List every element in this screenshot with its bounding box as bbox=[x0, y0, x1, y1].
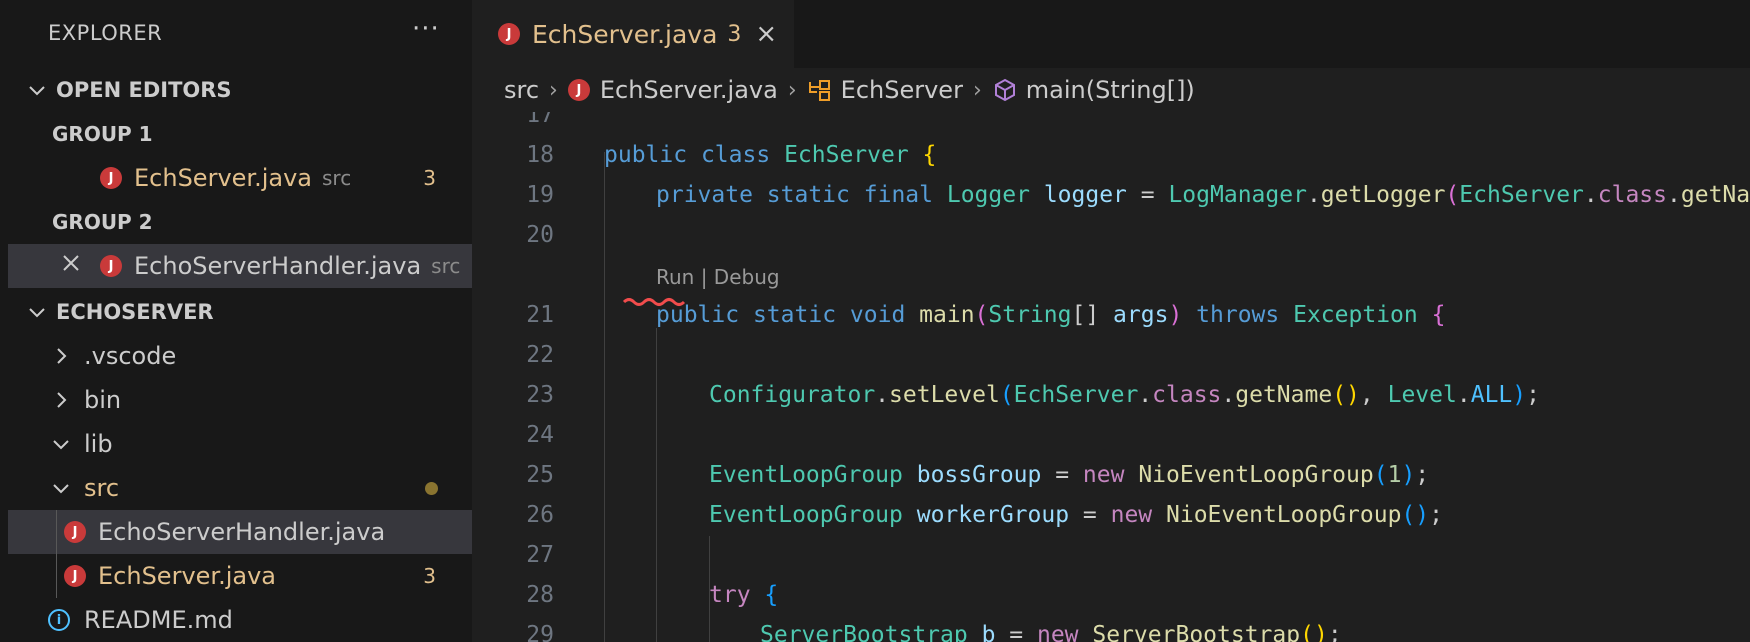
tree-item-bin[interactable]: bin bbox=[8, 378, 472, 422]
breadcrumb-file[interactable]: EchServer.java bbox=[600, 76, 778, 104]
chevron-right-icon bbox=[50, 389, 72, 411]
code-line: private static final Logger logger = Log… bbox=[656, 182, 1750, 208]
indent-guide bbox=[604, 152, 605, 642]
tree-item-label: .vscode bbox=[84, 342, 177, 370]
line-number: 24 bbox=[526, 422, 554, 448]
tree-item-src[interactable]: src bbox=[8, 466, 472, 510]
project-section[interactable]: ECHOSERVER bbox=[8, 290, 472, 334]
tree-item-vscode[interactable]: .vscode bbox=[8, 334, 472, 378]
chevron-right-icon bbox=[50, 345, 72, 367]
java-file-icon: J bbox=[100, 255, 122, 277]
breadcrumb-class[interactable]: EchServer bbox=[841, 76, 963, 104]
line-number: 23 bbox=[526, 382, 554, 408]
java-file-icon: J bbox=[64, 521, 86, 543]
line-number: 19 bbox=[526, 182, 554, 208]
open-editor-folder: src bbox=[321, 166, 352, 190]
run-debug-codelens[interactable]: Run | Debug bbox=[656, 265, 780, 289]
line-number: 18 bbox=[526, 142, 554, 168]
java-file-icon: J bbox=[64, 565, 86, 587]
line-number: 29 bbox=[526, 622, 554, 642]
chevron-down-icon bbox=[26, 79, 48, 101]
breadcrumb: src › J EchServer.java › EchServer › mai… bbox=[472, 68, 1750, 112]
open-editors-label: OPEN EDITORS bbox=[56, 78, 232, 102]
activity-edge bbox=[0, 0, 8, 642]
problem-count-badge: 3 bbox=[423, 166, 436, 190]
line-number: 20 bbox=[526, 222, 554, 248]
open-editors-section[interactable]: OPEN EDITORS bbox=[8, 68, 472, 112]
tab-bar: J EchServer.java 3 × bbox=[472, 0, 1750, 68]
tree-item-label: EchoServerHandler.java bbox=[98, 518, 386, 546]
tab-label: EchServer.java bbox=[532, 19, 718, 49]
tab-problem-count: 3 bbox=[727, 21, 742, 47]
problem-count-badge: 3 bbox=[423, 564, 436, 588]
group-label: GROUP 2 bbox=[52, 210, 153, 234]
code-line: try { bbox=[709, 582, 779, 608]
open-editor-filename: EchServer.java bbox=[134, 164, 312, 192]
chevron-down-icon bbox=[26, 301, 48, 323]
line-number: 17 bbox=[526, 112, 554, 128]
tree-item-echoserverhandler[interactable]: J EchoServerHandler.java bbox=[8, 510, 472, 598]
chevron-right-icon: › bbox=[787, 77, 797, 103]
tree-item-label: README.md bbox=[84, 606, 233, 634]
tree-item-lib[interactable]: lib bbox=[8, 422, 472, 466]
line-number: 26 bbox=[526, 502, 554, 528]
explorer-header: EXPLORER ··· bbox=[8, 0, 472, 66]
code-editor[interactable]: 17 18 public class EchServer { 19 privat… bbox=[472, 112, 1750, 642]
line-number: 22 bbox=[526, 342, 554, 368]
code-line: ServerBootstrap b = new ServerBootstrap(… bbox=[760, 622, 1342, 642]
group-1-header[interactable]: GROUP 1 bbox=[8, 112, 472, 156]
java-file-icon: J bbox=[498, 23, 520, 45]
line-number: 21 bbox=[526, 302, 554, 328]
chevron-down-icon bbox=[50, 433, 72, 455]
code-line: public class EchServer { bbox=[604, 142, 937, 168]
code-line: Configurator.setLevel(EchServer.class.ge… bbox=[709, 382, 1540, 408]
explorer-title: EXPLORER bbox=[48, 21, 163, 45]
chevron-down-icon bbox=[50, 477, 72, 499]
open-editor-folder: src bbox=[431, 254, 461, 278]
explorer-sidebar: EXPLORER ··· OPEN EDITORS GROUP 1 J EchS… bbox=[8, 0, 473, 642]
line-number: 25 bbox=[526, 462, 554, 488]
open-editor-item-echoserverhandler[interactable]: J EchoServerHandler.java src bbox=[8, 244, 472, 288]
open-editor-filename: EchoServerHandler.java bbox=[134, 252, 422, 280]
tree-item-echserver[interactable]: J EchServer.java 3 bbox=[8, 554, 472, 598]
tree-item-label: EchServer.java bbox=[98, 562, 276, 590]
tree-item-readme[interactable]: i README.md bbox=[8, 598, 472, 642]
code-line: EventLoopGroup workerGroup = new NioEven… bbox=[709, 502, 1443, 528]
indent-guide bbox=[656, 328, 657, 642]
chevron-right-icon: › bbox=[549, 77, 558, 103]
breadcrumb-src[interactable]: src bbox=[504, 76, 539, 104]
chevron-right-icon: › bbox=[972, 77, 982, 103]
more-actions-icon[interactable]: ··· bbox=[412, 14, 440, 44]
open-editor-item-echserver[interactable]: J EchServer.java src 3 bbox=[8, 156, 472, 200]
info-icon: i bbox=[48, 609, 70, 631]
group-label: GROUP 1 bbox=[52, 122, 153, 146]
tree-item-label: src bbox=[84, 474, 120, 502]
tree-item-label: bin bbox=[84, 386, 122, 414]
breadcrumb-method[interactable]: main(String[]) bbox=[1026, 76, 1195, 104]
group-2-header[interactable]: GROUP 2 bbox=[8, 200, 472, 244]
tree-item-label: lib bbox=[84, 430, 113, 458]
vscode-window: EXPLORER ··· OPEN EDITORS GROUP 1 J EchS… bbox=[0, 0, 1750, 642]
editor-area: J EchServer.java 3 × src › J EchServer.j… bbox=[472, 0, 1750, 642]
method-symbol-icon bbox=[992, 78, 1018, 102]
tab-echserver[interactable]: J EchServer.java 3 × bbox=[472, 0, 794, 68]
line-number: 27 bbox=[526, 542, 554, 568]
close-icon[interactable]: × bbox=[755, 19, 777, 49]
line-number: 28 bbox=[526, 582, 554, 608]
project-label: ECHOSERVER bbox=[56, 300, 214, 324]
code-line: public static void main(String[] args) t… bbox=[656, 302, 1446, 328]
class-symbol-icon bbox=[807, 78, 833, 102]
code-line: EventLoopGroup bossGroup = new NioEventL… bbox=[709, 462, 1430, 488]
java-file-icon: J bbox=[100, 167, 122, 189]
modified-dot-icon bbox=[425, 481, 438, 495]
close-icon[interactable] bbox=[60, 252, 88, 280]
java-file-icon: J bbox=[567, 79, 590, 101]
